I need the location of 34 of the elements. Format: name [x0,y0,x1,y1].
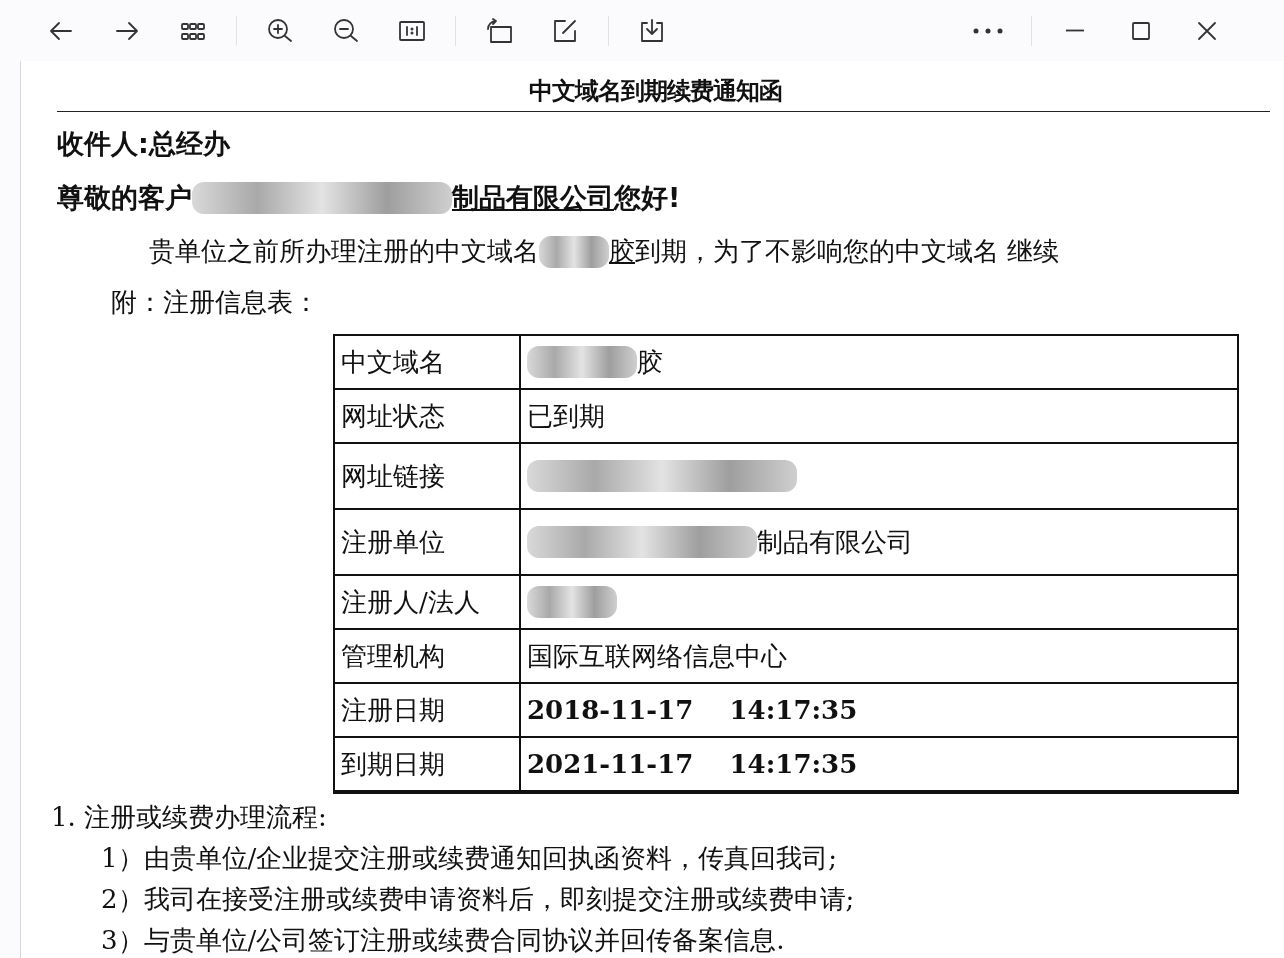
text: 胶 [637,345,663,379]
text: 制品有限公司 [757,525,913,559]
more-icon [972,26,1004,35]
rotate-icon [485,16,513,45]
text: 尊敬的客户 [57,181,192,215]
redaction-mark [539,235,609,268]
table-cell: 网址状态 [335,390,521,444]
text: 到期，为了不影响您的中文域名 继续 [635,235,1060,268]
zoom-in-icon [266,16,294,45]
minimize-icon [1065,29,1085,32]
table-cell: 注册单位 [335,510,521,576]
table-cell: 到期日期 [335,738,521,792]
table-cell: 中文域名 [335,336,521,390]
recipient-line: 收件人:总经办 [57,127,230,161]
table-cell: 注册人/法人 [335,576,521,630]
step-text: 1）由贵单位/企业提交注册或续费通知回执函资料，传真回我司; [101,842,838,875]
text: 国际互联网络信息中心 [527,639,787,673]
download-icon [638,16,666,45]
document-title: 中文域名到期续费通知函 [529,76,782,107]
attachment-label: 附：注册信息表： [111,286,319,319]
step-text: 3）与贵单位/公司签订注册或续费合同协议并回传备案信息. [101,924,785,957]
date-text: 2018-11-17 14:17:35 [527,695,858,725]
table-cell: 管理机构 [335,630,521,684]
text: 贵单位之前所办理注册的中文域名 [149,235,539,268]
table-cell: 网址链接 [335,444,521,510]
step-text: 2）我司在接受注册或续费申请资料后，即刻提交注册或续费申请; [101,883,855,916]
zoom-out-icon [332,16,360,45]
text: 已到期 [527,399,605,433]
underlined-text: 胶 [609,235,635,268]
section-heading: 1. 注册或续费办理流程: [51,801,327,834]
table-cell: 注册日期 [335,684,521,738]
underlined-text: 制品有限公司 [452,181,614,215]
text: 您好! [614,181,681,215]
date-text: 2021-11-17 14:17:35 [527,749,858,779]
